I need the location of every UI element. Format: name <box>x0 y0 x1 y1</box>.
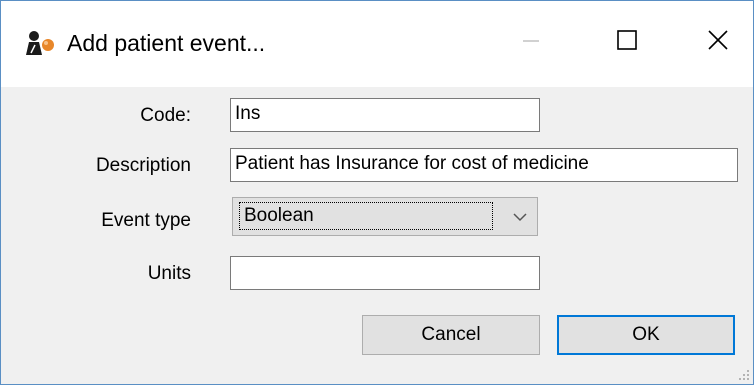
ok-button[interactable]: OK <box>557 315 735 355</box>
close-button[interactable] <box>689 19 745 63</box>
cancel-button[interactable]: Cancel <box>362 315 540 355</box>
description-field[interactable]: Patient has Insurance for cost of medici… <box>230 148 738 182</box>
add-patient-event-dialog: Add patient event... Code: Ins Descripti… <box>0 0 754 385</box>
event-type-select[interactable]: Boolean <box>232 197 538 236</box>
chevron-down-icon <box>513 213 527 222</box>
maximize-icon <box>617 30 637 50</box>
description-label: Description <box>95 155 191 176</box>
app-logo-icon <box>26 31 54 55</box>
code-field[interactable]: Ins <box>230 98 540 132</box>
resize-grip-icon[interactable] <box>737 368 751 382</box>
units-label: Units <box>147 263 191 284</box>
units-field[interactable] <box>230 256 540 290</box>
event-type-value: Boolean <box>244 205 314 226</box>
code-label: Code: <box>140 105 191 126</box>
title-bar[interactable]: Add patient event... <box>1 1 753 87</box>
minimize-button[interactable] <box>503 19 559 63</box>
focus-rectangle: Boolean <box>239 202 493 230</box>
maximize-button[interactable] <box>599 19 655 63</box>
event-type-label: Event type <box>101 210 191 231</box>
window-title: Add patient event... <box>67 30 266 56</box>
close-icon <box>708 30 728 50</box>
minimize-icon <box>523 40 539 42</box>
